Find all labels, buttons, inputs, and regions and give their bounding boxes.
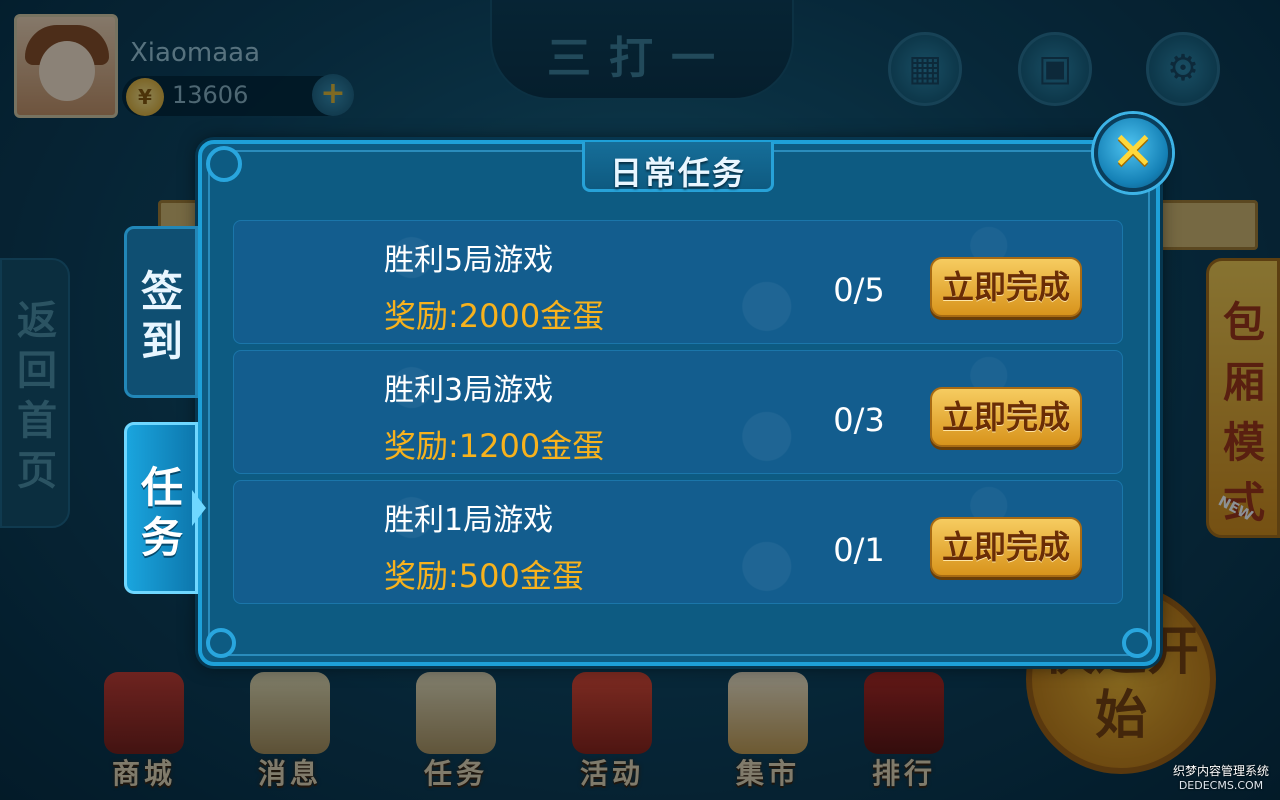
close-icon: ✕ bbox=[1111, 122, 1155, 182]
tab-tasks-label: 任务 bbox=[140, 463, 183, 562]
complete-now-label: 立即完成 bbox=[941, 268, 1070, 306]
complete-now-label: 立即完成 bbox=[941, 528, 1070, 566]
complete-now-button[interactable]: 立即完成 bbox=[930, 387, 1082, 447]
tab-sign-in-label: 签到 bbox=[140, 267, 183, 366]
complete-now-button[interactable]: 立即完成 bbox=[930, 517, 1082, 577]
task-row: 胜利5局游戏 奖励:2000金蛋 0/5 立即完成 bbox=[233, 220, 1123, 344]
corner-swirl-ornament bbox=[206, 628, 236, 658]
corner-swirl-ornament bbox=[206, 146, 242, 182]
task-progress: 0/1 bbox=[833, 531, 885, 569]
task-name: 胜利3局游戏 bbox=[384, 373, 554, 408]
task-row: 胜利3局游戏 奖励:1200金蛋 0/3 立即完成 bbox=[233, 350, 1123, 474]
task-progress: 0/5 bbox=[833, 271, 885, 309]
task-reward: 奖励:500金蛋 bbox=[384, 557, 584, 595]
watermark-line-2: DEDECMS.COM bbox=[1178, 779, 1264, 792]
task-row: 胜利1局游戏 奖励:500金蛋 0/1 立即完成 bbox=[233, 480, 1123, 604]
task-reward: 奖励:1200金蛋 bbox=[384, 427, 605, 465]
task-name: 胜利1局游戏 bbox=[384, 503, 554, 538]
close-dialog-button[interactable]: ✕ bbox=[1094, 114, 1172, 192]
dialog-title: 日常任务 bbox=[609, 154, 746, 192]
complete-now-label: 立即完成 bbox=[941, 398, 1070, 436]
tab-sign-in[interactable]: 签到 bbox=[124, 226, 198, 398]
complete-now-button[interactable]: 立即完成 bbox=[930, 257, 1082, 317]
watermark-line-1: 织梦内容管理系统 bbox=[1172, 764, 1269, 778]
tab-tasks[interactable]: 任务 bbox=[124, 422, 198, 594]
site-watermark: 织梦内容管理系统 DEDECMS.COM bbox=[1168, 764, 1274, 793]
corner-swirl-ornament bbox=[1122, 628, 1152, 658]
task-progress: 0/3 bbox=[833, 401, 885, 439]
task-name: 胜利5局游戏 bbox=[384, 243, 554, 278]
active-tab-pointer bbox=[192, 490, 206, 526]
task-reward: 奖励:2000金蛋 bbox=[384, 297, 605, 335]
